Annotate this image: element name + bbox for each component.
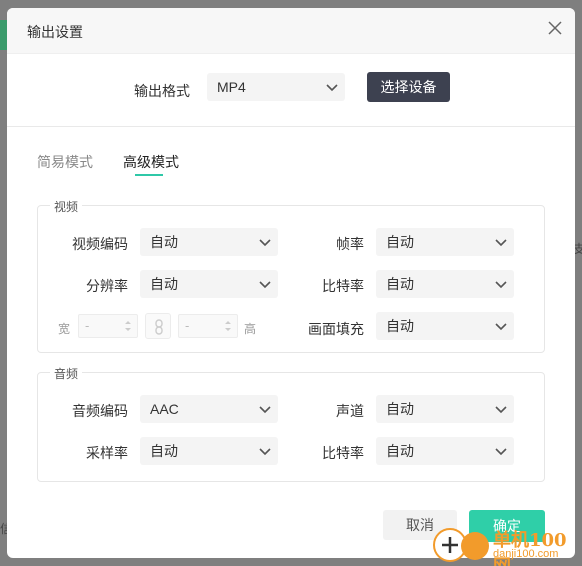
chevron-down-icon	[495, 239, 507, 247]
audio-codec-label: 音频编码	[72, 403, 128, 419]
format-select[interactable]: MP4	[207, 73, 345, 101]
audio-codec-value: AAC	[150, 401, 179, 417]
chevron-down-icon	[259, 406, 271, 414]
aspect-lock-button[interactable]	[145, 313, 171, 339]
chevron-down-icon	[495, 406, 507, 414]
video-bitrate-label: 比特率	[322, 278, 364, 294]
chevron-down-icon	[326, 84, 338, 92]
channel-label: 声道	[336, 403, 364, 419]
samplerate-value: 自动	[150, 443, 178, 459]
watermark-circle-icon	[461, 532, 489, 560]
width-stepper[interactable]: -	[78, 314, 138, 338]
video-bitrate-value: 自动	[386, 276, 414, 292]
audio-group-legend: 音频	[50, 365, 83, 382]
resolution-select[interactable]: 自动	[140, 270, 278, 298]
fill-mode-select[interactable]: 自动	[376, 312, 514, 340]
audio-settings-group: 音频 音频编码 AAC 声道 自动 采样率 自动 比特率 自动	[37, 365, 545, 482]
stepper-arrows-icon	[125, 321, 131, 331]
format-select-value: MP4	[217, 79, 246, 95]
output-settings-dialog: 输出设置 输出格式 MP4 选择设备 简易模式 高级模式 视频 视频编码 自动 …	[7, 8, 575, 558]
watermark-text: 单机100网	[493, 530, 567, 566]
chevron-down-icon	[495, 448, 507, 456]
samplerate-select[interactable]: 自动	[140, 437, 278, 465]
width-value: -	[85, 318, 90, 333]
chevron-down-icon	[495, 281, 507, 289]
video-group-legend: 视频	[50, 198, 83, 215]
watermark-logo: 单机100网 danji100.com	[433, 526, 581, 566]
fill-mode-label: 画面填充	[308, 321, 364, 337]
audio-codec-select[interactable]: AAC	[140, 395, 278, 423]
format-label: 输出格式	[134, 83, 190, 99]
resolution-label: 分辨率	[86, 278, 128, 294]
chevron-down-icon	[495, 323, 507, 331]
fill-mode-value: 自动	[386, 318, 414, 334]
video-codec-label: 视频编码	[72, 236, 128, 252]
close-icon	[548, 21, 562, 35]
channel-value: 自动	[386, 401, 414, 417]
chevron-down-icon	[259, 281, 271, 289]
video-settings-group: 视频 视频编码 自动 帧率 自动 分辨率 自动 比特率 自动 宽 - - 高 画…	[37, 198, 545, 353]
tab-advanced-mode[interactable]: 高级模式	[123, 152, 179, 172]
watermark-subtext: danji100.com	[493, 548, 559, 560]
dialog-title: 输出设置	[27, 24, 83, 40]
audio-bitrate-value: 自动	[386, 443, 414, 459]
framerate-value: 自动	[386, 234, 414, 250]
format-row: 输出格式 MP4 选择设备	[7, 72, 575, 102]
divider	[7, 126, 575, 127]
framerate-select[interactable]: 自动	[376, 228, 514, 256]
resolution-value: 自动	[150, 276, 178, 292]
chevron-down-icon	[259, 239, 271, 247]
width-label: 宽	[58, 322, 71, 336]
link-icon	[155, 319, 163, 335]
video-bitrate-select[interactable]: 自动	[376, 270, 514, 298]
video-codec-select[interactable]: 自动	[140, 228, 278, 256]
dialog-header: 输出设置	[7, 8, 575, 54]
audio-bitrate-select[interactable]: 自动	[376, 437, 514, 465]
channel-select[interactable]: 自动	[376, 395, 514, 423]
tab-simple-mode[interactable]: 简易模式	[37, 152, 93, 172]
audio-bitrate-label: 比特率	[322, 445, 364, 461]
video-codec-value: 自动	[150, 234, 178, 250]
chevron-down-icon	[259, 448, 271, 456]
height-value: -	[185, 318, 190, 333]
height-stepper[interactable]: -	[178, 314, 238, 338]
samplerate-label: 采样率	[86, 445, 128, 461]
select-device-button[interactable]: 选择设备	[367, 72, 450, 102]
height-label: 高	[244, 322, 257, 336]
close-button[interactable]	[545, 18, 565, 38]
active-tab-indicator	[135, 174, 163, 176]
framerate-label: 帧率	[336, 236, 364, 252]
stepper-arrows-icon	[225, 321, 231, 331]
